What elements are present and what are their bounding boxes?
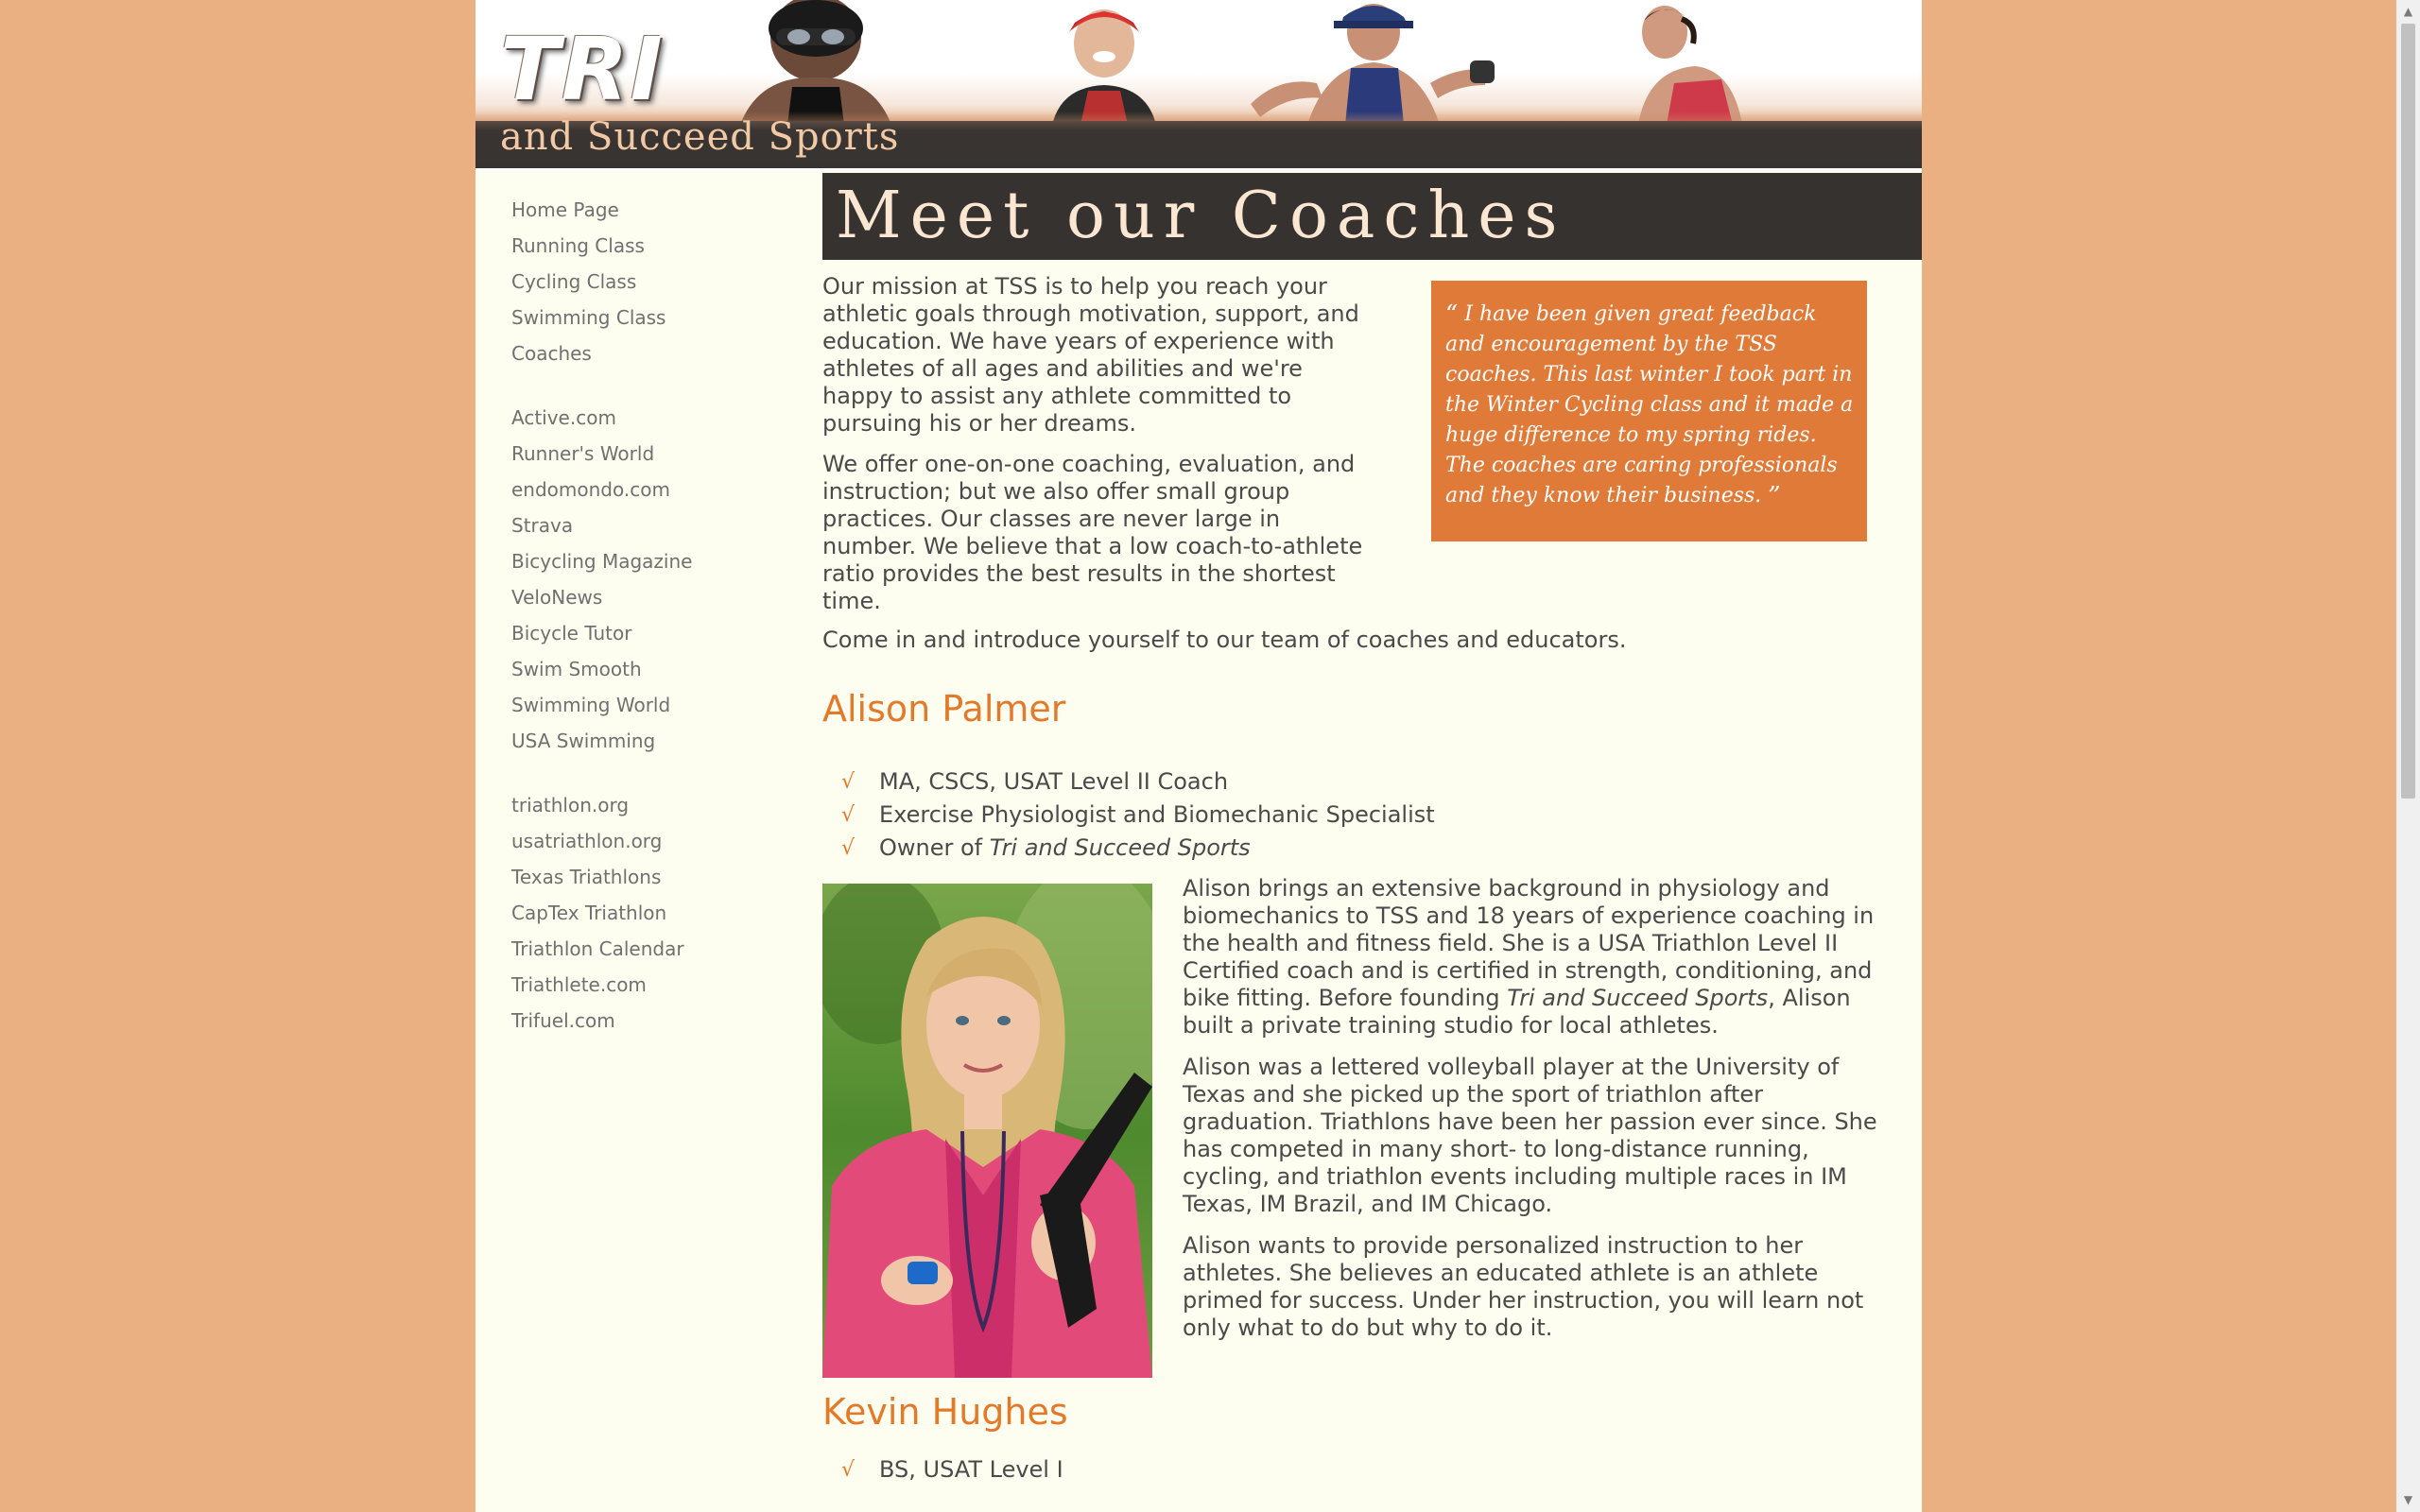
open-quote-icon: “ xyxy=(1445,301,1459,329)
coach-credentials-list: √ BS, USAT Level I xyxy=(841,1453,1063,1486)
credential-text: MA, CSCS, USAT Level II Coach xyxy=(879,768,1229,795)
coach-bio-alison-palmer: Alison brings an extensive background in… xyxy=(1183,875,1901,1356)
page-title-bar: Meet our Coaches xyxy=(822,173,1922,260)
main-content: Meet our Coaches Our mission at TSS is t… xyxy=(822,173,1922,1483)
coach-name-alison-palmer: Alison Palmer xyxy=(822,688,1066,730)
coach-bio-paragraph: Alison brings an extensive background in… xyxy=(1183,875,1901,1040)
check-icon: √ xyxy=(841,1458,856,1482)
coach-credentials-list: √ MA, CSCS, USAT Level II Coach √ Exercise… xyxy=(841,765,1435,865)
swimmer-athlete-image xyxy=(740,0,891,125)
check-icon: √ xyxy=(841,803,856,827)
credential-owner-company: Tri and Succeed Sports xyxy=(989,834,1251,861)
nav-link-usa-swimming[interactable]: USA Swimming xyxy=(511,726,795,762)
coach-bio-paragraph: Alison wants to provide personalized ins… xyxy=(1183,1232,1864,1341)
coach-name-kevin-hughes: Kevin Hughes xyxy=(822,1391,1068,1433)
nav-link-texas-triathlons[interactable]: Texas Triathlons xyxy=(511,862,795,898)
nav-link-endomondo[interactable]: endomondo.com xyxy=(511,474,795,510)
nav-link-running-class[interactable]: Running Class xyxy=(511,231,795,266)
site-tagline: and Succeed Sports xyxy=(500,115,900,159)
bio-company-name: Tri and Succeed Sports xyxy=(1507,985,1769,1011)
intro-section: Our mission at TSS is to help you reach … xyxy=(822,273,1380,628)
nav-link-runners-world[interactable]: Runner's World xyxy=(511,438,795,474)
nav-link-active[interactable]: Active.com xyxy=(511,403,795,438)
coach-photo-image xyxy=(822,884,1152,1378)
credential-text: Exercise Physiologist and Biomechanic Sp… xyxy=(879,801,1435,828)
runner-athlete-image xyxy=(1251,4,1495,125)
banner-divider xyxy=(475,168,1922,170)
coach-bio-paragraph: Alison was a lettered volleyball player … xyxy=(1183,1054,1877,1217)
testimonial-quote-text: I have been given great feedback and enc… xyxy=(1445,302,1854,507)
page-container: TRI and Succeed Sports Home Page Running… xyxy=(475,0,1922,1512)
nav-link-swimming-class[interactable]: Swimming Class xyxy=(511,302,795,338)
nav-link-velonews[interactable]: VeloNews xyxy=(511,582,795,618)
nav-link-trifuel-com[interactable]: Trifuel.com xyxy=(511,1005,795,1041)
female-runner-athlete-image xyxy=(1638,6,1742,125)
intro-paragraph-coaching: We offer one-on-one coaching, evaluation… xyxy=(822,451,1363,614)
scrollbar-thumb[interactable] xyxy=(2401,24,2415,799)
nav-link-triathlon-calendar[interactable]: Triathlon Calendar xyxy=(511,934,795,970)
scroll-up-arrow-icon[interactable]: ▲ xyxy=(2396,0,2420,24)
check-icon: √ xyxy=(841,770,856,794)
nav-link-triathlon-org[interactable]: triathlon.org xyxy=(511,790,795,826)
resource-nav-group: Active.com Runner's World endomondo.com … xyxy=(511,403,795,762)
intro-paragraph-mission: Our mission at TSS is to help you reach … xyxy=(822,273,1359,437)
nav-link-swimming-world[interactable]: Swimming World xyxy=(511,690,795,726)
testimonial-quote-box: “ I have been given great feedback and e… xyxy=(1431,281,1867,541)
coach-photo-alison-palmer xyxy=(822,884,1152,1378)
cyclist-athlete-image xyxy=(1052,9,1156,125)
credential-owner-prefix: Owner of xyxy=(879,834,990,861)
nav-link-bicycling-magazine[interactable]: Bicycling Magazine xyxy=(511,546,795,582)
nav-link-usatriathlon-org[interactable]: usatriathlon.org xyxy=(511,826,795,862)
site-banner: TRI and Succeed Sports xyxy=(475,0,1922,170)
credential-item: √ BS, USAT Level I xyxy=(841,1453,1063,1486)
credential-item: √ Owner of Tri and Succeed Sports xyxy=(841,832,1435,865)
check-icon: √ xyxy=(841,836,856,860)
close-quote-icon: ” xyxy=(1768,482,1781,510)
triathlon-nav-group: triathlon.org usatriathlon.org Texas Tri… xyxy=(511,790,795,1041)
nav-link-cycling-class[interactable]: Cycling Class xyxy=(511,266,795,302)
intro-invitation: Come in and introduce yourself to our te… xyxy=(822,627,1627,653)
nav-link-bicycle-tutor[interactable]: Bicycle Tutor xyxy=(511,618,795,654)
site-nav-group: Home Page Running Class Cycling Class Sw… xyxy=(511,195,795,374)
nav-link-coaches[interactable]: Coaches xyxy=(511,338,795,374)
testimonial-quote: “ I have been given great feedback and e… xyxy=(1445,300,1861,511)
scroll-down-arrow-icon[interactable]: ▼ xyxy=(2396,1488,2420,1512)
credential-item: √ Exercise Physiologist and Biomechanic S… xyxy=(841,799,1435,832)
nav-link-home-page[interactable]: Home Page xyxy=(511,195,795,231)
vertical-scrollbar[interactable]: ▲ ▼ xyxy=(2396,0,2420,1512)
nav-link-triathlete-com[interactable]: Triathlete.com xyxy=(511,970,795,1005)
sidebar-nav: Home Page Running Class Cycling Class Sw… xyxy=(511,195,795,1070)
nav-link-captex-triathlon[interactable]: CapTex Triathlon xyxy=(511,898,795,934)
nav-link-strava[interactable]: Strava xyxy=(511,510,795,546)
tri-logo[interactable]: TRI xyxy=(500,19,665,120)
credential-text: BS, USAT Level I xyxy=(879,1456,1063,1483)
nav-link-swim-smooth[interactable]: Swim Smooth xyxy=(511,654,795,690)
page-title: Meet our Coaches xyxy=(836,179,1566,253)
credential-item: √ MA, CSCS, USAT Level II Coach xyxy=(841,765,1435,799)
